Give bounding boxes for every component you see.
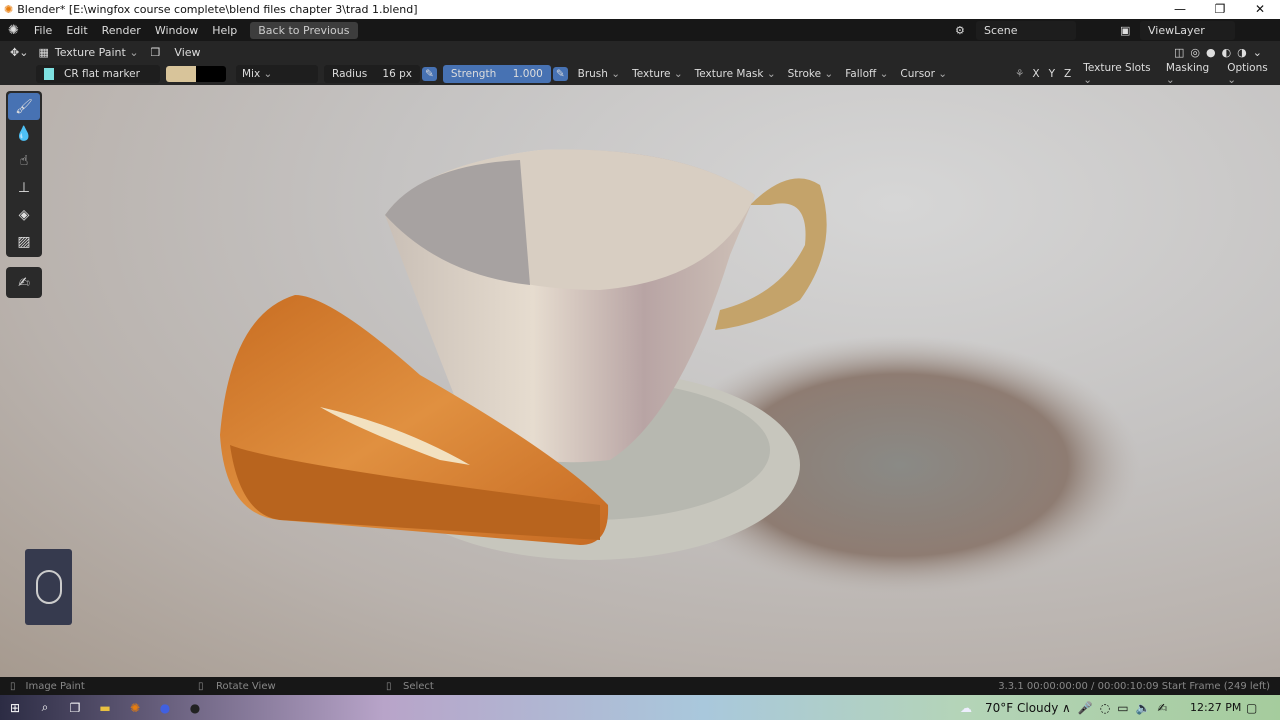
close-button[interactable]: ✕ (1240, 0, 1280, 19)
menu-file[interactable]: File (27, 24, 59, 37)
menu-texture-mask[interactable]: Texture Mask (689, 65, 782, 83)
strength-field[interactable]: Strength 1.000 (442, 65, 551, 83)
annotate-icon[interactable]: ✍ (8, 269, 40, 296)
search-icon[interactable]: ⌕ (30, 700, 60, 715)
strength-label: Strength (450, 68, 497, 80)
notifications-icon[interactable]: ▢ (1246, 701, 1257, 715)
menu-cursor[interactable]: Cursor (894, 65, 953, 83)
window-titlebar: ✺ Blender* [E:\wingfox course complete\b… (0, 0, 1280, 19)
blender-logo-icon: ✺ (4, 3, 14, 16)
back-to-previous-button[interactable]: Back to Previous (250, 21, 358, 39)
file-explorer-icon[interactable]: ▬ (90, 701, 120, 715)
menu-stroke[interactable]: Stroke (782, 65, 840, 83)
menu-edit[interactable]: Edit (59, 24, 94, 37)
status-left: Image Paint (25, 680, 85, 692)
primary-color-swatch[interactable] (166, 66, 196, 82)
status-middle: Rotate View (216, 680, 276, 692)
brush-selector[interactable]: CR flat marker (36, 65, 160, 83)
scene-icon[interactable]: ⚙ (955, 24, 965, 37)
mouse-left-icon: ▯ (10, 680, 16, 692)
scene-field[interactable]: Scene (976, 20, 1076, 40)
view-layer-icon[interactable]: ▣ (1120, 24, 1130, 37)
obs-taskbar-icon[interactable]: ● (180, 701, 210, 715)
mode-selector[interactable]: Texture Paint (49, 43, 145, 62)
tool-settings-bar: CR flat marker Mix Radius 16 px ✎ Streng… (0, 62, 1280, 85)
mouse-icon (35, 570, 62, 604)
weather-text[interactable]: 70°F Cloudy (985, 701, 1058, 715)
editor-type-icon[interactable]: ✥⌄ (0, 46, 38, 59)
menu-help[interactable]: Help (205, 24, 244, 37)
top-menubar: ✺ File Edit Render Window Help Back to P… (0, 19, 1280, 41)
draw-icon[interactable]: 🖌 (8, 93, 40, 120)
mode-icon: ▦ (38, 45, 49, 59)
blend-mode-select[interactable]: Mix (236, 65, 318, 83)
menu-window[interactable]: Window (148, 24, 205, 37)
menu-render[interactable]: Render (95, 24, 148, 37)
brush-name: CR flat marker (64, 68, 140, 80)
menu-texture[interactable]: Texture (626, 65, 689, 83)
strength-value: 1.000 (512, 68, 543, 80)
window-title: Blender* [E:\wingfox course complete\ble… (17, 3, 418, 16)
fill-icon[interactable]: ◈ (8, 201, 40, 228)
mouse-middle-icon: ▯ (198, 680, 204, 692)
minimize-button[interactable]: — (1160, 0, 1200, 19)
3d-viewport[interactable]: 🖌 💧 ☝ ⊥ ◈ ▨ ✍ (0, 85, 1280, 677)
painted-scene (220, 149, 1140, 595)
mirror-icon: ⚘ (1015, 68, 1025, 80)
blender-menu-icon[interactable]: ✺ (0, 23, 27, 38)
menu-falloff[interactable]: Falloff (839, 65, 894, 83)
soften-icon[interactable]: 💧 (8, 120, 40, 147)
mirror-z-toggle[interactable]: Z (1064, 68, 1071, 80)
radius-pressure-icon[interactable]: ✎ (422, 67, 437, 81)
shading-icons[interactable]: ◫◎●◐◑⌄ (1174, 46, 1268, 59)
blender-taskbar-icon[interactable]: ✺ (120, 701, 150, 715)
windows-taskbar: ⊞ ⌕ ❐ ▬ ✺ ● ● ☁ 70°F Cloudy ∧🎤◌▭🔈✍ 12:27… (0, 695, 1280, 720)
overlay-copy-icon[interactable]: ❒ (145, 46, 167, 59)
smear-icon[interactable]: ☝ (8, 147, 40, 174)
clone-icon[interactable]: ⊥ (8, 174, 40, 201)
view-layer-field[interactable]: ViewLayer (1140, 20, 1235, 40)
mask-icon[interactable]: ▨ (8, 228, 40, 255)
task-view-icon[interactable]: ❐ (60, 701, 90, 715)
mouse-right-icon: ▯ (386, 680, 392, 692)
brush-icon (44, 68, 54, 80)
radius-field[interactable]: Radius 16 px (324, 65, 420, 83)
tray-icons[interactable]: ∧🎤◌▭🔈✍ (1062, 701, 1175, 715)
status-info: 3.3.1 00:00:00:00 / 00:00:10:09 Start Fr… (998, 680, 1270, 692)
app-taskbar-icon[interactable]: ● (150, 701, 180, 715)
status-bar: ▯ Image Paint ▯ Rotate View ▯ Select 3.3… (0, 677, 1280, 695)
weather-icon: ☁ (960, 700, 972, 715)
radius-label: Radius (332, 68, 368, 80)
menu-view[interactable]: View (166, 46, 208, 59)
maximize-button[interactable]: ❐ (1200, 0, 1240, 19)
clock[interactable]: 12:27 PM (1190, 701, 1241, 714)
tool-shelf: 🖌 💧 ☝ ⊥ ◈ ▨ (6, 91, 42, 257)
strength-pressure-icon[interactable]: ✎ (552, 67, 568, 81)
mirror-x-toggle[interactable]: X (1032, 68, 1039, 80)
radius-value: 16 px (382, 68, 412, 80)
mirror-y-toggle[interactable]: Y (1049, 68, 1055, 80)
menu-brush[interactable]: Brush (572, 65, 626, 83)
secondary-color-swatch[interactable] (196, 66, 226, 82)
status-right: Select (403, 680, 434, 692)
annotate-tool: ✍ (6, 267, 42, 298)
start-icon[interactable]: ⊞ (0, 701, 30, 715)
mouse-indicator (25, 549, 72, 625)
